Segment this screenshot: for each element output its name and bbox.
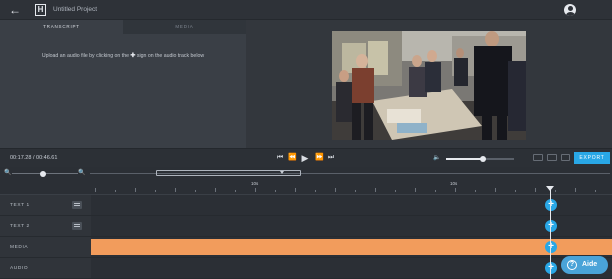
track-header: AUDIO [0,258,91,279]
timecode: 00:17.28 / 00:46.61 [10,155,57,161]
ruler-label: 10s [450,181,458,186]
captions-icon[interactable] [72,201,82,209]
ruler-tick [415,188,416,192]
aspect-ratio-button[interactable] [533,154,543,161]
current-time: 00:17.28 [10,155,32,161]
playhead-marker-icon [280,171,284,174]
user-circle-icon[interactable] [564,4,576,16]
media-clip[interactable] [91,239,612,255]
track-label: TEXT 2 [10,224,30,229]
ruler-tick [95,188,96,192]
track-label: AUDIO [10,266,29,271]
track-header: MEDIA [0,237,91,258]
track-media: MEDIA + [0,237,612,258]
add-clip-button[interactable]: + [545,262,557,274]
total-time: 00:46.61 [36,155,58,161]
timeline-ruler[interactable]: 10s 10s [0,179,612,195]
ruler-tick [155,190,156,192]
ruler-tick [575,188,576,192]
skip-to-end-icon[interactable]: ⏭ [327,153,335,163]
zoom-knob[interactable] [40,170,46,177]
fullscreen-button[interactable] [547,154,557,161]
transcript-panel: TRANSCRIPT MEDIA Upload an audio file by… [0,20,246,148]
ruler-tick [235,190,236,192]
ruler-tick [535,188,536,192]
video-preview[interactable] [332,31,526,140]
ruler-tick [555,190,556,192]
zoom-in-icon[interactable]: 🔍 [78,169,85,176]
tab-transcript[interactable]: TRANSCRIPT [0,20,123,34]
ruler-label: 10s [251,181,259,186]
ruler-tick [455,188,456,192]
track-label: MEDIA [10,245,29,250]
upload-message-text: Upload an audio file by clicking on the [41,53,129,59]
ruler-tick [175,188,176,192]
fast-forward-icon[interactable]: ⏩ [315,153,324,163]
help-button[interactable]: ? Aide [561,256,608,274]
captions-icon[interactable] [72,222,82,230]
arrow-left-icon[interactable]: ← [9,4,21,16]
timeline-zoom-bar: 🔍 🔍 [0,167,612,179]
settings-button[interactable] [561,154,570,161]
ruler-tick [295,188,296,192]
transport-bar: 00:17.28 / 00:46.61 ⏮ ⏪ ▶ ⏩ ⏭ 🔈 EXPORT [0,148,612,167]
volume-level [446,158,484,160]
track-header: TEXT 2 [0,216,91,237]
track-lane[interactable] [91,258,612,279]
ruler-tick [375,188,376,192]
time-separator: / [32,155,35,161]
rewind-icon[interactable]: ⏪ [288,153,297,163]
ruler-tick [495,188,496,192]
app-logo[interactable]: H [35,4,46,16]
export-button[interactable]: EXPORT [574,152,610,164]
top-bar: ← H Untitled Project [0,0,612,20]
timeline-tracks: TEXT 1 + TEXT 2 + MEDIA + AUDIO + [0,195,612,279]
ruler-tick [115,190,116,192]
ruler-tick [275,190,276,192]
track-audio: AUDIO + [0,258,612,279]
panel-tabs: TRANSCRIPT MEDIA [0,20,246,34]
ruler-tick [195,190,196,192]
add-clip-button[interactable]: + [545,241,557,253]
tab-media[interactable]: MEDIA [123,20,246,34]
track-text-2: TEXT 2 + [0,216,612,237]
project-title[interactable]: Untitled Project [53,6,97,13]
ruler-tick [335,188,336,192]
track-lane[interactable] [91,195,612,216]
play-icon[interactable]: ▶ [300,153,310,163]
volume-slider[interactable] [446,156,514,162]
ruler-tick [595,190,596,192]
ruler-tick [395,190,396,192]
ruler-tick [475,190,476,192]
question-circle-icon: ? [567,260,577,270]
add-clip-button[interactable]: + [545,220,557,232]
track-header: TEXT 1 [0,195,91,216]
ruler-tick [515,190,516,192]
ruler-tick [315,190,316,192]
skip-to-start-icon[interactable]: ⏮ [276,153,284,163]
add-clip-button[interactable]: + [545,199,557,211]
ruler-tick [135,188,136,192]
upload-message-text-end: sign on the audio track below [136,53,205,59]
playhead[interactable] [550,189,551,279]
track-label: TEXT 1 [10,203,30,208]
video-preview-area [246,20,612,148]
ruler-tick [255,188,256,192]
volume-icon[interactable]: 🔈 [433,154,440,161]
playhead-handle[interactable] [546,186,554,191]
ruler-tick [435,190,436,192]
upload-instructions: Upload an audio file by clicking on the … [0,52,246,59]
plus-icon: ✚ [130,53,136,59]
ruler-tick [355,190,356,192]
help-label: Aide [582,261,598,268]
track-text-1: TEXT 1 + [0,195,612,216]
video-frame-image [332,31,526,140]
ruler-tick [215,188,216,192]
zoom-out-icon[interactable]: 🔍 [4,169,11,176]
volume-knob[interactable] [480,156,487,162]
track-lane[interactable] [91,216,612,237]
